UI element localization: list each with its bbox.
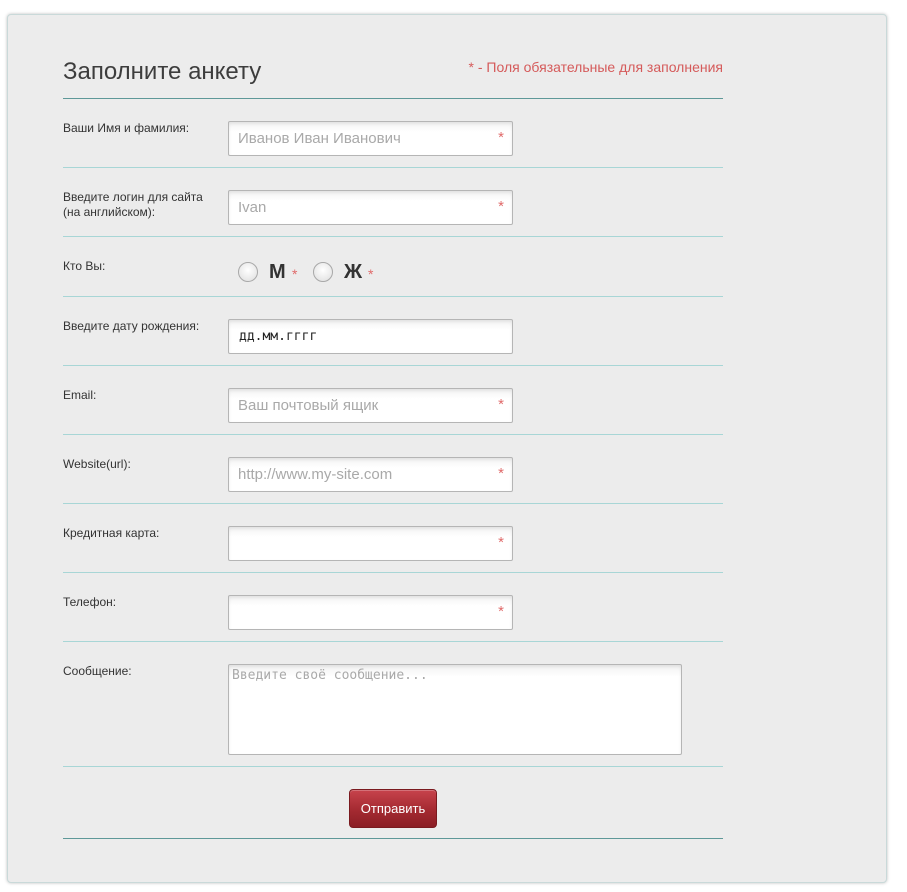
login-field-wrap: * xyxy=(228,190,513,225)
email-input[interactable] xyxy=(228,388,513,423)
credit-card-field-wrap: * xyxy=(228,526,513,561)
birth-date-field-wrap xyxy=(228,319,513,354)
email-field-wrap: * xyxy=(228,388,513,423)
gender-radio-female[interactable] xyxy=(313,262,333,282)
full-name-label: Ваши Имя и фамилия: xyxy=(63,121,190,135)
required-star: * xyxy=(498,465,504,482)
gender-option-male-label[interactable]: М xyxy=(269,260,286,284)
row-website: Website(url): * xyxy=(63,435,723,504)
website-input[interactable] xyxy=(228,457,513,492)
required-star: * xyxy=(368,266,374,282)
row-login: Введите логин для сайта (на английском):… xyxy=(63,168,723,237)
birth-date-label: Введите дату рождения: xyxy=(63,319,200,333)
row-phone: Телефон: * xyxy=(63,573,723,642)
row-full-name: Ваши Имя и фамилия: * xyxy=(63,99,723,168)
form-panel: Заполните анкету * - Поля обязательные д… xyxy=(7,14,887,883)
required-star: * xyxy=(498,534,504,551)
message-label: Сообщение: xyxy=(63,664,132,678)
required-star: * xyxy=(498,396,504,413)
row-message: Сообщение: xyxy=(63,642,723,767)
website-field-wrap: * xyxy=(228,457,513,492)
message-textarea[interactable] xyxy=(228,664,682,755)
row-credit-card: Кредитная карта: * xyxy=(63,504,723,573)
row-email: Email: * xyxy=(63,366,723,435)
row-birth-date: Введите дату рождения: xyxy=(63,297,723,366)
required-star: * xyxy=(498,603,504,620)
submit-button[interactable]: Отправить xyxy=(349,789,437,828)
row-gender: Кто Вы: М * Ж * xyxy=(63,237,723,297)
email-label: Email: xyxy=(63,388,97,402)
required-star: * xyxy=(498,198,504,215)
required-star: * xyxy=(292,266,298,282)
credit-card-label: Кредитная карта: xyxy=(63,526,160,540)
phone-input[interactable] xyxy=(228,595,513,630)
form-header: Заполните анкету * - Поля обязательные д… xyxy=(63,57,723,99)
form-title: Заполните анкету xyxy=(63,58,262,85)
birth-date-input[interactable] xyxy=(228,319,513,354)
phone-field-wrap: * xyxy=(228,595,513,630)
full-name-input[interactable] xyxy=(228,121,513,156)
required-fields-note: * - Поля обязательные для заполнения xyxy=(468,59,723,75)
login-label: Введите логин для сайта (на английском): xyxy=(63,190,203,219)
phone-label: Телефон: xyxy=(63,595,117,609)
required-star: * xyxy=(498,129,504,146)
gender-radio-male[interactable] xyxy=(238,262,258,282)
gender-option-female-label[interactable]: Ж xyxy=(344,260,362,284)
gender-radio-group: М * Ж * xyxy=(236,260,536,286)
credit-card-input[interactable] xyxy=(228,526,513,561)
gender-label: Кто Вы: xyxy=(63,259,106,273)
website-label: Website(url): xyxy=(63,457,131,471)
submit-row: Отправить xyxy=(63,766,723,839)
full-name-field-wrap: * xyxy=(228,121,513,156)
login-input[interactable] xyxy=(228,190,513,225)
